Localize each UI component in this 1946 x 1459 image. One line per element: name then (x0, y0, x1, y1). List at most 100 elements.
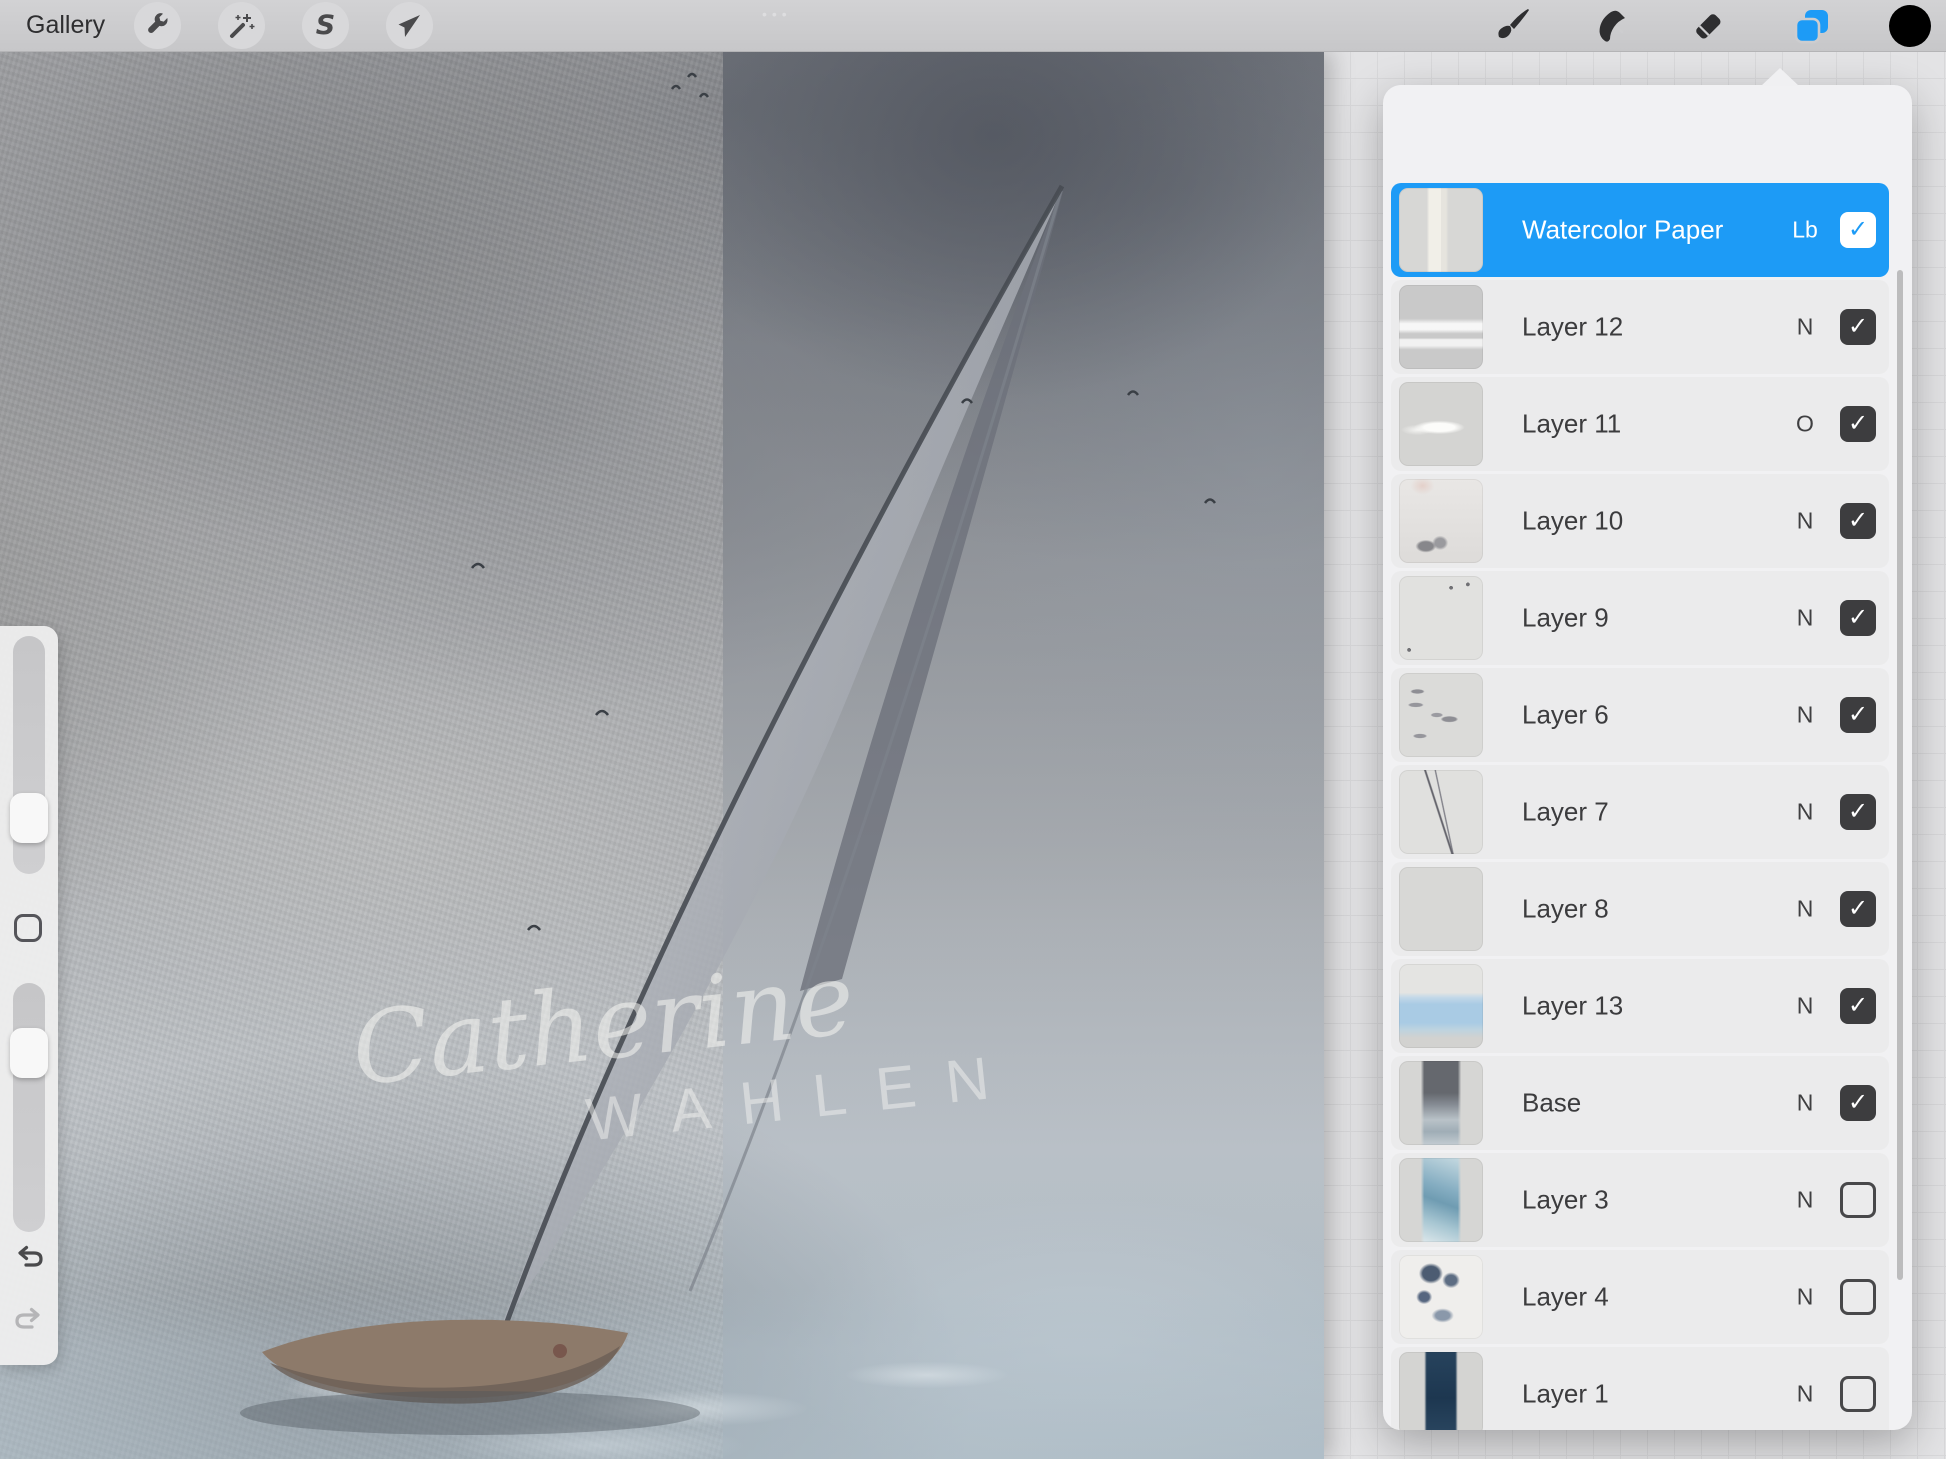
layer-visibility-checkbox[interactable]: ✓ (1840, 309, 1876, 345)
canvas-options-handle[interactable]: ••• (762, 6, 792, 22)
layer-name: Layer 9 (1522, 603, 1609, 634)
layer-name: Layer 10 (1522, 506, 1623, 537)
layer-visibility-checkbox[interactable]: ✓ (1840, 212, 1876, 248)
layers-panel: Layers + Watercolor Paper Lb ✓ Layer 12 … (1383, 85, 1912, 1430)
selections-button[interactable]: S (302, 2, 349, 49)
layer-name: Layer 13 (1522, 991, 1623, 1022)
magic-wand-icon (227, 11, 257, 41)
layer-name: Watercolor Paper (1522, 215, 1723, 246)
layer-name: Layer 8 (1522, 894, 1609, 925)
layer-thumbnail[interactable] (1399, 1255, 1483, 1339)
blend-mode-button[interactable]: N (1783, 1090, 1827, 1117)
layer-visibility-checkbox[interactable] (1840, 1376, 1876, 1412)
layer-name: Layer 7 (1522, 797, 1609, 828)
layer-thumbnail[interactable] (1399, 1061, 1483, 1145)
layer-name: Layer 3 (1522, 1185, 1609, 1216)
brush-opacity-slider[interactable] (13, 983, 45, 1232)
wrench-icon (143, 11, 173, 41)
brush-sidebar (0, 626, 58, 1365)
layer-row[interactable]: Layer 1 N (1391, 1347, 1889, 1430)
layer-thumbnail[interactable] (1399, 285, 1483, 369)
layers-panel-button[interactable] (1790, 4, 1834, 48)
current-color-swatch (1889, 5, 1931, 47)
layer-thumbnail[interactable] (1399, 188, 1483, 272)
transform-button[interactable] (386, 2, 433, 49)
layer-visibility-checkbox[interactable] (1840, 1279, 1876, 1315)
layer-visibility-checkbox[interactable]: ✓ (1840, 697, 1876, 733)
brush-opacity-handle[interactable] (10, 1028, 48, 1078)
smudge-finger-icon (1592, 6, 1632, 46)
gallery-button[interactable]: Gallery (26, 11, 105, 40)
blend-mode-button[interactable]: N (1783, 896, 1827, 923)
undo-icon (12, 1244, 46, 1272)
brush-size-handle[interactable] (10, 793, 48, 843)
layer-visibility-checkbox[interactable]: ✓ (1840, 600, 1876, 636)
layer-thumbnail[interactable] (1399, 1352, 1483, 1430)
brush-icon (1492, 6, 1532, 46)
blend-mode-button[interactable]: N (1783, 993, 1827, 1020)
layer-visibility-checkbox[interactable]: ✓ (1840, 1085, 1876, 1121)
layer-thumbnail[interactable] (1399, 964, 1483, 1048)
transform-arrow-icon (395, 11, 425, 41)
layer-thumbnail[interactable] (1399, 867, 1483, 951)
blend-mode-button[interactable]: N (1783, 702, 1827, 729)
redo-icon (12, 1306, 46, 1334)
blend-mode-button[interactable]: N (1783, 314, 1827, 341)
layer-row[interactable]: Layer 10 N ✓ (1391, 474, 1889, 568)
layers-icon (1792, 6, 1832, 46)
layer-thumbnail[interactable] (1399, 770, 1483, 854)
layer-name: Layer 12 (1522, 312, 1623, 343)
layer-thumbnail[interactable] (1399, 673, 1483, 757)
layer-thumbnail[interactable] (1399, 576, 1483, 660)
layer-row[interactable]: Layer 8 N ✓ (1391, 862, 1889, 956)
top-toolbar: Gallery S ••• (0, 0, 1946, 52)
layer-visibility-checkbox[interactable] (1840, 1182, 1876, 1218)
blend-mode-button[interactable]: N (1783, 799, 1827, 826)
modify-button[interactable] (14, 914, 42, 942)
redo-button[interactable] (12, 1306, 46, 1334)
color-picker-button[interactable] (1888, 4, 1932, 48)
layer-thumbnail[interactable] (1399, 382, 1483, 466)
layer-thumbnail[interactable] (1399, 479, 1483, 563)
blend-mode-button[interactable]: N (1783, 1381, 1827, 1408)
panel-pointer (1761, 68, 1799, 86)
layer-row[interactable]: Layer 13 N ✓ (1391, 959, 1889, 1053)
layer-visibility-checkbox[interactable]: ✓ (1840, 794, 1876, 830)
smudge-tool-button[interactable] (1590, 4, 1634, 48)
layer-name: Layer 1 (1522, 1379, 1609, 1410)
selection-s-icon: S (316, 10, 335, 41)
blend-mode-button[interactable]: N (1783, 508, 1827, 535)
layer-row[interactable]: Layer 11 O ✓ (1391, 377, 1889, 471)
blend-mode-button[interactable]: N (1783, 1284, 1827, 1311)
layer-visibility-checkbox[interactable]: ✓ (1840, 503, 1876, 539)
sailboat-illustration (0, 51, 1324, 1459)
blend-mode-button[interactable]: N (1783, 605, 1827, 632)
layer-row[interactable]: Layer 7 N ✓ (1391, 765, 1889, 859)
eraser-icon (1688, 6, 1728, 46)
layers-scrollbar[interactable] (1897, 270, 1903, 1280)
blend-mode-button[interactable]: Lb (1783, 217, 1827, 244)
eraser-tool-button[interactable] (1686, 4, 1730, 48)
layer-visibility-checkbox[interactable]: ✓ (1840, 406, 1876, 442)
undo-button[interactable] (12, 1244, 46, 1272)
actions-button[interactable] (134, 2, 181, 49)
canvas[interactable]: Catherine WAHLEN (0, 51, 1324, 1459)
layer-row[interactable]: Layer 3 N (1391, 1153, 1889, 1247)
layer-visibility-checkbox[interactable]: ✓ (1840, 988, 1876, 1024)
layer-row[interactable]: Layer 12 N ✓ (1391, 280, 1889, 374)
layer-row[interactable]: Base N ✓ (1391, 1056, 1889, 1150)
layer-row[interactable]: Layer 9 N ✓ (1391, 571, 1889, 665)
layer-row[interactable]: Layer 6 N ✓ (1391, 668, 1889, 762)
blend-mode-button[interactable]: O (1783, 411, 1827, 438)
layer-list: Watercolor Paper Lb ✓ Layer 12 N ✓ Layer… (1391, 183, 1889, 1430)
layer-thumbnail[interactable] (1399, 1158, 1483, 1242)
layer-name: Layer 4 (1522, 1282, 1609, 1313)
brush-tool-button[interactable] (1490, 4, 1534, 48)
layer-visibility-checkbox[interactable]: ✓ (1840, 891, 1876, 927)
blend-mode-button[interactable]: N (1783, 1187, 1827, 1214)
layer-name: Layer 11 (1522, 409, 1621, 440)
adjustments-button[interactable] (218, 2, 265, 49)
brush-size-slider[interactable] (13, 636, 45, 874)
layer-row[interactable]: Layer 4 N (1391, 1250, 1889, 1344)
layer-row[interactable]: Watercolor Paper Lb ✓ (1391, 183, 1889, 277)
